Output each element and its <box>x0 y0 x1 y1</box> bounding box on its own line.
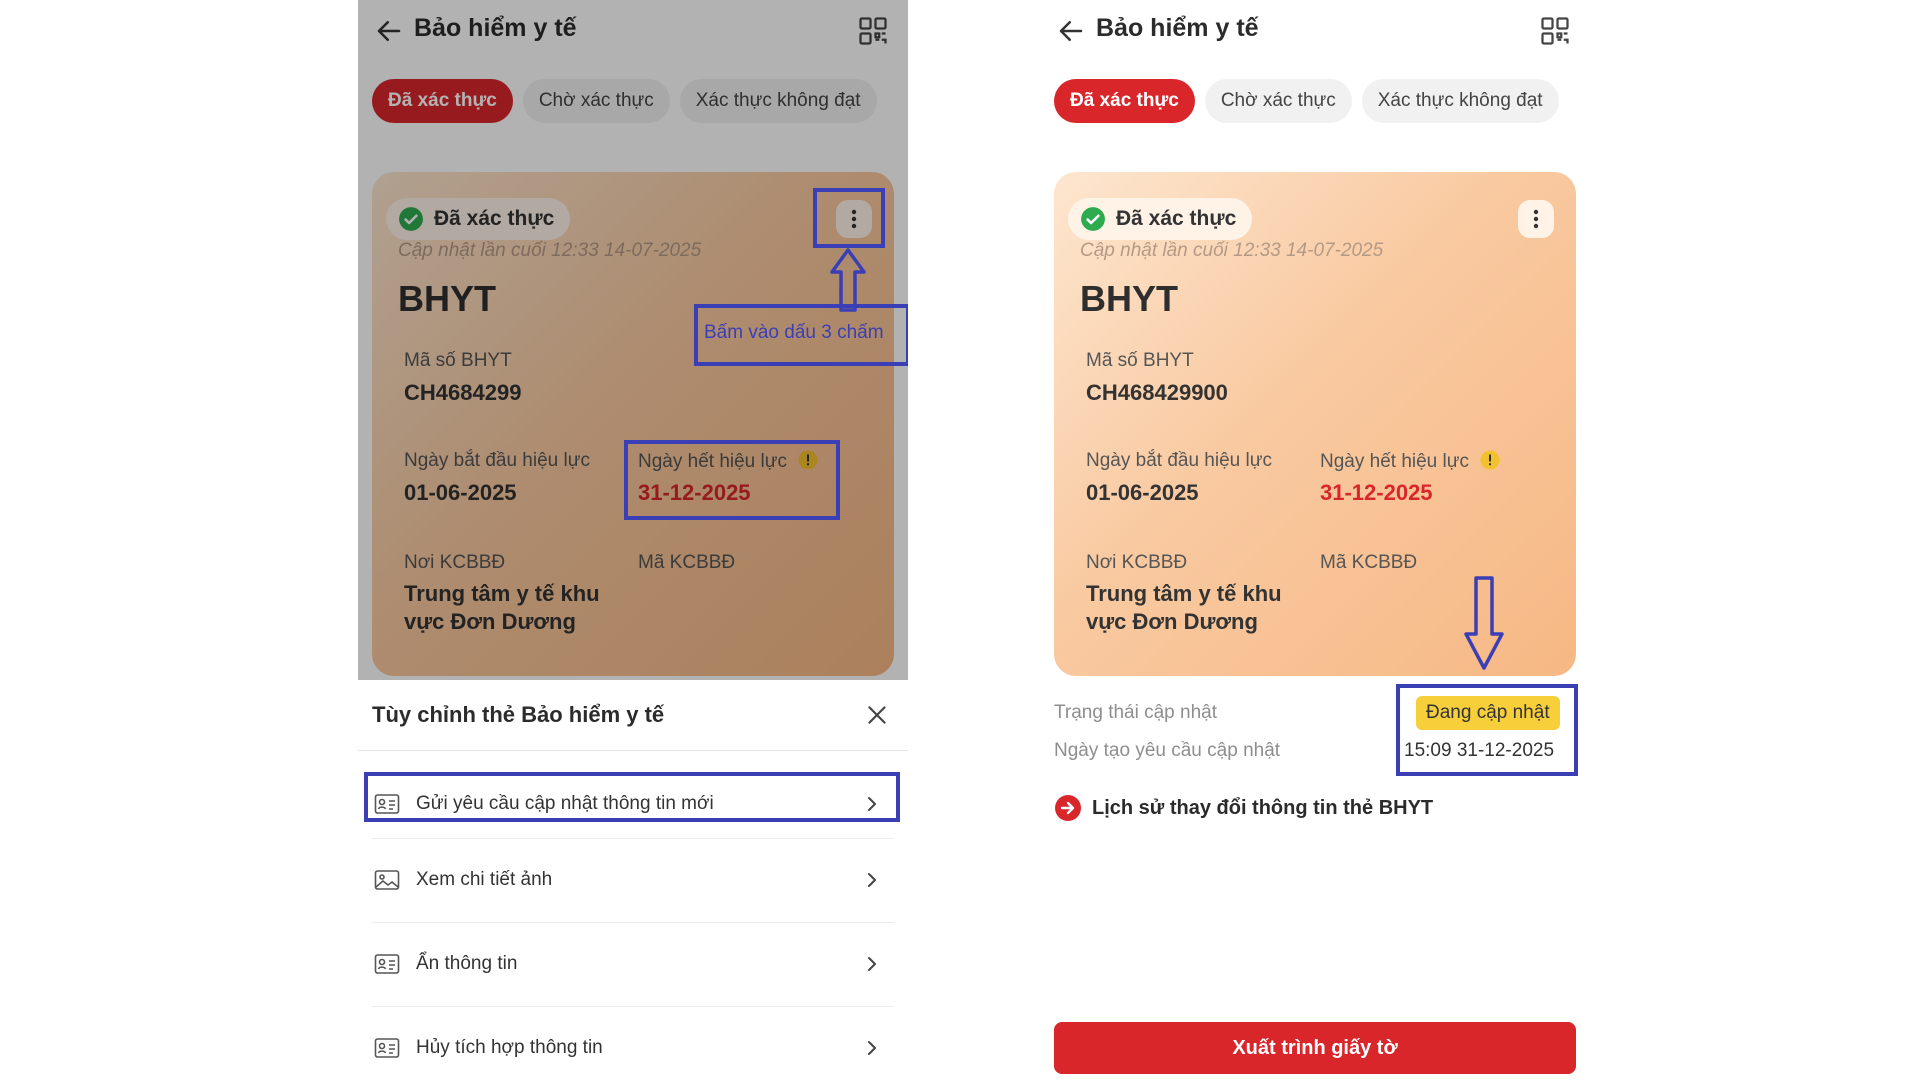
phone-screen-right: Bảo hiểm y tế Đã xác thực Chờ xác thực X… <box>1040 0 1590 1080</box>
close-icon[interactable] <box>864 702 890 728</box>
annotation-arrow-down <box>1464 576 1504 670</box>
facility-label: Nơi KCBBĐ <box>1086 552 1188 573</box>
page-title: Bảo hiểm y tế <box>1096 14 1259 42</box>
card-title: BHYT <box>1080 278 1178 319</box>
menu-item-hide-info[interactable]: Ẩn thông tin <box>372 932 894 996</box>
status-tabs: Đã xác thực Chờ xác thực Xác thực không … <box>1054 79 1559 123</box>
start-date-value: 01-06-2025 <box>1086 480 1199 505</box>
bottom-sheet: Tùy chỉnh thẻ Bảo hiểm y tế Gửi yêu cầu … <box>358 680 908 1080</box>
verified-badge: Đã xác thực <box>1068 198 1253 240</box>
id-card-icon <box>374 954 400 974</box>
menu-item-label: Ẩn thông tin <box>416 953 518 974</box>
present-documents-button[interactable]: Xuất trình giấy tờ <box>1054 1022 1576 1074</box>
qr-icon[interactable] <box>1540 16 1570 46</box>
image-icon <box>374 870 400 890</box>
sheet-divider <box>358 750 908 751</box>
app-bar: Bảo hiểm y tế <box>1040 0 1590 62</box>
arrow-right-circle-icon <box>1055 795 1081 821</box>
annotation-hint-text: Bấm vào dấu 3 chấm <box>704 322 884 343</box>
annotation-box-status <box>1396 684 1578 776</box>
end-date-label-text: Ngày hết hiệu lực <box>1320 451 1469 472</box>
start-date-label: Ngày bắt đầu hiệu lực <box>1086 450 1272 471</box>
more-vertical-icon <box>1533 209 1539 229</box>
tab-pending[interactable]: Chờ xác thực <box>1204 79 1352 123</box>
history-link-label: Lịch sử thay đổi thông tin thẻ BHYT <box>1092 796 1434 819</box>
check-icon <box>1081 207 1105 231</box>
insurance-number-value: CH468429900 <box>1086 380 1228 405</box>
back-arrow-icon[interactable] <box>1056 16 1086 46</box>
card-menu-button[interactable] <box>1518 200 1554 238</box>
warning-icon <box>1480 450 1500 470</box>
menu-item-view-image[interactable]: Xem chi tiết ảnh <box>372 848 894 912</box>
annotation-box-menu <box>813 188 885 248</box>
tab-failed[interactable]: Xác thực không đạt <box>1361 79 1559 123</box>
item-separator <box>372 838 894 839</box>
menu-item-cancel-integration[interactable]: Hủy tích hợp thông tin <box>372 1016 894 1080</box>
phone-screen-left: Bảo hiểm y tế Đã xác thực Chờ xác thực X… <box>358 0 908 1080</box>
menu-item-label: Hủy tích hợp thông tin <box>416 1037 603 1058</box>
update-status-label: Trạng thái cập nhật <box>1054 702 1218 723</box>
annotation-box-request <box>364 772 900 822</box>
facility-code-label: Mã KCBBĐ <box>1320 552 1418 573</box>
tab-verified[interactable]: Đã xác thực <box>1054 79 1195 123</box>
chevron-right-icon <box>868 1041 876 1055</box>
end-date-label: Ngày hết hiệu lực <box>1320 450 1500 473</box>
request-date-label: Ngày tạo yêu cầu cập nhật <box>1054 740 1281 761</box>
id-card-icon <box>374 1038 400 1058</box>
verified-badge-label: Đã xác thực <box>1116 207 1237 230</box>
chevron-right-icon <box>868 873 876 887</box>
menu-item-label: Xem chi tiết ảnh <box>416 869 553 890</box>
chevron-right-icon <box>868 957 876 971</box>
end-date-value: 31-12-2025 <box>1320 480 1433 505</box>
item-separator <box>372 1006 894 1007</box>
history-link[interactable]: Lịch sử thay đổi thông tin thẻ BHYT <box>1054 794 1433 822</box>
sheet-title: Tùy chỉnh thẻ Bảo hiểm y tế <box>372 702 665 727</box>
item-separator <box>372 922 894 923</box>
last-updated: Cập nhật lần cuối 12:33 14-07-2025 <box>1080 240 1384 261</box>
annotation-box-expiry <box>624 440 840 520</box>
facility-value: Trung tâm y tế khu vực Đơn Dương <box>1086 581 1282 634</box>
insurance-number-label: Mã số BHYT <box>1086 350 1194 371</box>
